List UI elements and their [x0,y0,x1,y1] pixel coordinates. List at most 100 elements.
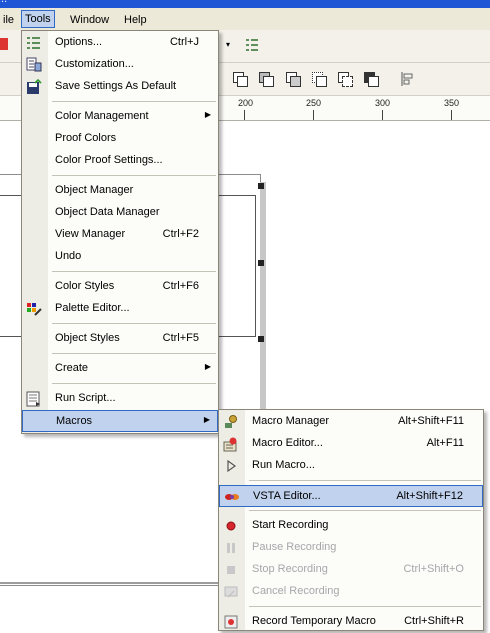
menu-help[interactable]: Help [121,12,150,28]
menu-item-label: Proof Colors [55,132,117,144]
intersect-icon[interactable] [311,71,327,87]
menu-item-shortcut: Alt+F11 [426,437,464,449]
menu-item-color-proof-settings[interactable]: Color Proof Settings... [22,150,218,172]
selection-handle[interactable] [258,260,264,266]
menu-item-shortcut: Ctrl+F2 [162,228,199,240]
toolbar-red-icon[interactable] [0,38,8,50]
menu-item-undo[interactable]: Undo [22,246,218,268]
menu-item-label: View Manager [55,228,126,240]
menu-item-shortcut: Ctrl+Shift+R [404,615,464,627]
options-icon [26,35,42,51]
menu-item-macros[interactable]: Macros ▶ [22,410,218,432]
menu-item-customization[interactable]: Customization... [22,54,218,76]
menu-item-options[interactable]: Options... Ctrl+J [22,32,218,54]
menu-item-shortcut: Ctrl+J [169,36,199,48]
submenu-arrow-icon: ▶ [203,415,210,424]
ruler-label: 350 [444,98,460,108]
menu-separator [52,323,216,324]
submenu-arrow-icon: ▶ [204,110,211,119]
macro-manager-icon [223,414,239,430]
window-title: ... [0,0,7,5]
menu-item-object-styles[interactable]: Object Styles Ctrl+F5 [22,328,218,350]
menu-bar: ile Tools Window Help [0,8,490,31]
simplify-icon[interactable] [337,71,353,87]
menu-item-label: VSTA Editor... [253,490,321,502]
menu-item-label: Undo [55,250,82,262]
menu-item-label: Run Script... [55,392,116,404]
menu-separator [249,510,481,511]
menu-item-cancel-recording[interactable]: Cancel Recording [219,581,483,603]
menu-item-object-data-manager[interactable]: Object Data Manager [22,202,218,224]
menu-item-label: Pause Recording [252,541,337,553]
menu-item-start-recording[interactable]: Start Recording [219,515,483,537]
menu-separator [52,175,216,176]
front-minus-back-icon[interactable] [363,71,379,87]
menu-item-label: Save Settings As Default [55,80,177,92]
menu-item-color-management[interactable]: Color Management ▶ [22,106,218,128]
menu-item-label: Macro Manager [252,415,330,427]
menu-item-view-manager[interactable]: View Manager Ctrl+F2 [22,224,218,246]
options-toolbar-icon[interactable] [244,37,260,53]
menu-item-label: Create [55,362,89,374]
menu-item-label: Color Styles [55,280,115,292]
menu-file[interactable]: ile [0,12,17,28]
menu-separator [249,606,481,607]
macro-editor-icon [223,436,239,452]
menu-item-label: Color Proof Settings... [55,154,163,166]
menu-item-macro-manager[interactable]: Macro Manager Alt+Shift+F11 [219,411,483,433]
menu-item-vsta-editor[interactable]: VSTA Editor... Alt+Shift+F12 [219,485,483,507]
menu-separator [249,480,481,481]
menu-item-label: Record Temporary Macro [252,615,376,627]
menu-tools[interactable]: Tools [21,10,55,28]
menu-item-pause-recording[interactable]: Pause Recording [219,537,483,559]
menu-item-run-script[interactable]: Run Script... [22,388,218,410]
menu-item-shortcut: Ctrl+F5 [162,332,199,344]
macros-submenu: Macro Manager Alt+Shift+F11 Macro Editor… [218,409,484,631]
menu-item-save-settings[interactable]: Save Settings As Default [22,76,218,98]
menu-item-stop-recording[interactable]: Stop Recording Ctrl+Shift+O [219,559,483,581]
menu-separator [52,271,216,272]
menu-separator [52,101,216,102]
menu-item-label: Color Management [55,110,149,122]
menu-separator [52,383,216,384]
menu-item-label: Palette Editor... [55,302,130,314]
selection-handle[interactable] [258,336,264,342]
palette-editor-icon [26,301,42,317]
stop-icon [223,562,239,578]
menu-item-object-manager[interactable]: Object Manager [22,180,218,202]
menu-item-shortcut: Alt+Shift+F12 [396,490,463,502]
temp-macro-icon [223,614,239,630]
menu-item-macro-editor[interactable]: Macro Editor... Alt+F11 [219,433,483,455]
cancel-recording-icon [223,584,239,600]
menu-window[interactable]: Window [67,12,112,28]
menu-item-label: Options... [55,36,103,48]
menu-item-label: Cancel Recording [252,585,340,597]
menu-item-color-styles[interactable]: Color Styles Ctrl+F6 [22,276,218,298]
menu-item-run-macro[interactable]: Run Macro... [219,455,483,477]
menu-item-label: Run Macro... [252,459,315,471]
align-icon[interactable] [400,71,416,87]
menu-item-label: Start Recording [252,519,329,531]
menu-item-create[interactable]: Create ▶ [22,358,218,380]
menu-item-palette-editor[interactable]: Palette Editor... [22,298,218,320]
menu-item-proof-colors[interactable]: Proof Colors [22,128,218,150]
ruler-label: 200 [238,98,254,108]
menu-item-record-temporary-macro[interactable]: Record Temporary Macro Ctrl+Shift+R [219,611,483,633]
weld-icon[interactable] [258,71,274,87]
combine-icon[interactable] [232,71,248,87]
menu-separator [52,353,216,354]
ruler-label: 250 [306,98,322,108]
record-icon [223,518,239,534]
trim-icon[interactable] [285,71,301,87]
submenu-arrow-icon: ▶ [204,362,211,371]
run-script-icon [26,391,42,407]
menu-item-label: Stop Recording [252,563,328,575]
pause-icon [223,540,239,556]
menu-item-label: Object Styles [55,332,120,344]
dropdown-arrow-icon[interactable]: ▾ [226,40,242,56]
save-settings-icon [26,78,42,95]
menu-item-label: Macro Editor... [252,437,323,449]
selection-handle[interactable] [258,183,264,189]
title-bar: ... [0,0,490,8]
menu-item-shortcut: Alt+Shift+F11 [398,415,464,427]
